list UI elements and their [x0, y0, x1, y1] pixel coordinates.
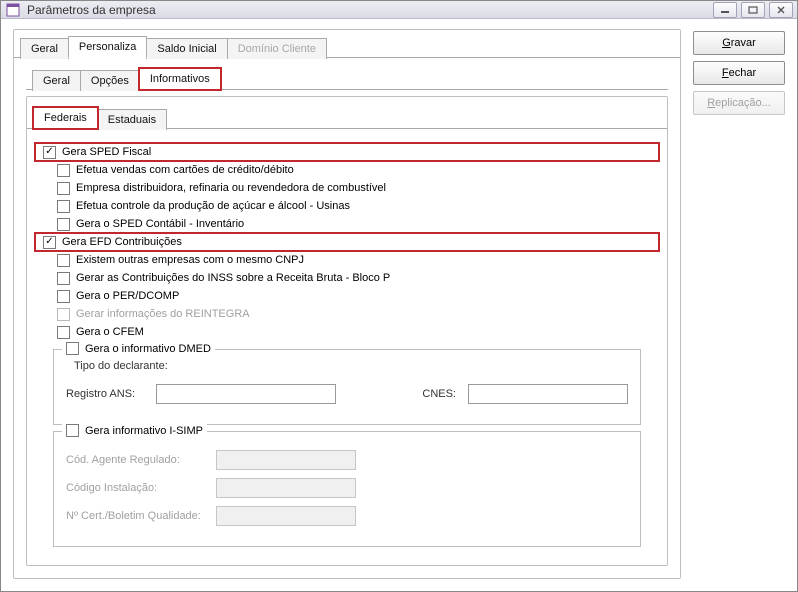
- check-label: Gera EFD Contribuições: [62, 235, 182, 249]
- main-panel: Geral Personaliza Saldo Inicial Domínio …: [13, 29, 681, 579]
- cod-agente-input: [216, 450, 356, 470]
- outer-tab-content: Geral Opções Informativos Federais Estad…: [14, 58, 680, 578]
- checkbox-icon: [57, 326, 70, 339]
- checkbox-icon: [57, 200, 70, 213]
- check-distribuidora[interactable]: Empresa distribuidora, refinaria ou reve…: [35, 179, 659, 197]
- group-title-text: Gera o informativo DMED: [85, 343, 211, 355]
- check-label: Gerar informações do REINTEGRA: [76, 307, 250, 321]
- titlebar: Parâmetros da empresa: [1, 1, 797, 19]
- group-title-text: Gera informativo I-SIMP: [85, 425, 203, 437]
- inner-tabstrip: Geral Opções Informativos: [26, 66, 668, 90]
- sub-tabstrip: Federais Estaduais: [27, 105, 667, 129]
- tab-saldo-inicial[interactable]: Saldo Inicial: [146, 38, 227, 59]
- group-isimp-title[interactable]: Gera informativo I-SIMP: [62, 424, 207, 437]
- btn-label-rest: echar: [729, 67, 757, 79]
- group-dmed-title[interactable]: Gera o informativo DMED: [62, 342, 215, 355]
- tab-inner-opcoes[interactable]: Opções: [80, 70, 140, 91]
- tab-inner-geral[interactable]: Geral: [32, 70, 81, 91]
- checkbox-icon: [57, 218, 70, 231]
- check-label: Efetua vendas com cartões de crédito/déb…: [76, 163, 294, 177]
- check-label: Gera o PER/DCOMP: [76, 289, 179, 303]
- check-efd-contrib[interactable]: ✓ Gera EFD Contribuições: [35, 233, 659, 251]
- checkbox-icon: [66, 342, 79, 355]
- client-area: Geral Personaliza Saldo Inicial Domínio …: [1, 19, 797, 591]
- minimize-button[interactable]: [713, 2, 737, 18]
- tab-geral[interactable]: Geral: [20, 38, 69, 59]
- check-label: Empresa distribuidora, refinaria ou reve…: [76, 181, 386, 195]
- cert-label: Nº Cert./Boletim Qualidade:: [66, 510, 216, 522]
- checkbox-icon: [57, 182, 70, 195]
- tab-inner-informativos[interactable]: Informativos: [139, 68, 221, 90]
- right-button-panel: Gravar Fechar Replicação...: [693, 29, 785, 579]
- checkbox-icon: [57, 272, 70, 285]
- registro-ans-input[interactable]: [156, 384, 336, 404]
- codigo-instalacao-label: Código Instalação:: [66, 482, 216, 494]
- check-outras-cnpj[interactable]: Existem outras empresas com o mesmo CNPJ: [35, 251, 659, 269]
- app-icon: [5, 2, 21, 18]
- checkbox-icon: ✓: [43, 146, 56, 159]
- tab-estaduais[interactable]: Estaduais: [97, 109, 167, 130]
- check-label: Gera o SPED Contábil - Inventário: [76, 217, 244, 231]
- check-sped-contabil[interactable]: Gera o SPED Contábil - Inventário: [35, 215, 659, 233]
- close-button[interactable]: [769, 2, 793, 18]
- checkbox-icon: [57, 308, 70, 321]
- outer-tabstrip: Geral Personaliza Saldo Inicial Domínio …: [14, 34, 680, 58]
- gravar-button[interactable]: Gravar: [693, 31, 785, 55]
- check-inss-bloco-p[interactable]: Gerar as Contribuições do INSS sobre a R…: [35, 269, 659, 287]
- checkbox-icon: ✓: [43, 236, 56, 249]
- check-label: Gerar as Contribuições do INSS sobre a R…: [76, 271, 390, 285]
- tab-personaliza[interactable]: Personaliza: [68, 36, 147, 58]
- check-sped-fiscal[interactable]: ✓ Gera SPED Fiscal: [35, 143, 659, 161]
- checkbox-list: ✓ Gera SPED Fiscal Efetua vendas com car…: [35, 137, 659, 343]
- btn-label-rest: ravar: [731, 37, 756, 49]
- btn-label-rest: eplicação...: [715, 97, 771, 109]
- window-controls: [713, 2, 793, 18]
- replicacao-button: Replicação...: [693, 91, 785, 115]
- checkbox-icon: [57, 290, 70, 303]
- tab-dominio-cliente: Domínio Cliente: [227, 38, 327, 59]
- codigo-instalacao-input: [216, 478, 356, 498]
- window: Parâmetros da empresa Geral Personaliza …: [0, 0, 798, 592]
- tab-federais[interactable]: Federais: [33, 107, 98, 129]
- checkbox-icon: [57, 164, 70, 177]
- checkbox-icon: [66, 424, 79, 437]
- group-dmed: Gera o informativo DMED Tipo do declaran…: [53, 349, 641, 425]
- cod-agente-label: Cód. Agente Regulado:: [66, 454, 216, 466]
- group-isimp: Gera informativo I-SIMP Cód. Agente Regu…: [53, 431, 641, 547]
- check-per-dcomp[interactable]: Gera o PER/DCOMP: [35, 287, 659, 305]
- check-label: Existem outras empresas com o mesmo CNPJ: [76, 253, 304, 267]
- check-cfem[interactable]: Gera o CFEM: [35, 323, 659, 341]
- check-label: Gera SPED Fiscal: [62, 145, 151, 159]
- check-vendas-cartao[interactable]: Efetua vendas com cartões de crédito/déb…: [35, 161, 659, 179]
- window-title: Parâmetros da empresa: [27, 3, 713, 17]
- inner-frame: Federais Estaduais ✓ Gera SPED Fiscal Ef…: [26, 96, 668, 566]
- cnes-input[interactable]: [468, 384, 628, 404]
- fechar-button[interactable]: Fechar: [693, 61, 785, 85]
- checkbox-icon: [57, 254, 70, 267]
- maximize-button[interactable]: [741, 2, 765, 18]
- cert-input: [216, 506, 356, 526]
- sub-tab-content: ✓ Gera SPED Fiscal Efetua vendas com car…: [27, 129, 667, 565]
- cnes-label: CNES:: [396, 388, 456, 400]
- registro-ans-label: Registro ANS:: [66, 388, 156, 400]
- check-reintegra: Gerar informações do REINTEGRA: [35, 305, 659, 323]
- check-label: Gera o CFEM: [76, 325, 144, 339]
- tipo-declarante-label: Tipo do declarante:: [74, 360, 168, 372]
- check-controle-acucar[interactable]: Efetua controle da produção de açúcar e …: [35, 197, 659, 215]
- check-label: Efetua controle da produção de açúcar e …: [76, 199, 350, 213]
